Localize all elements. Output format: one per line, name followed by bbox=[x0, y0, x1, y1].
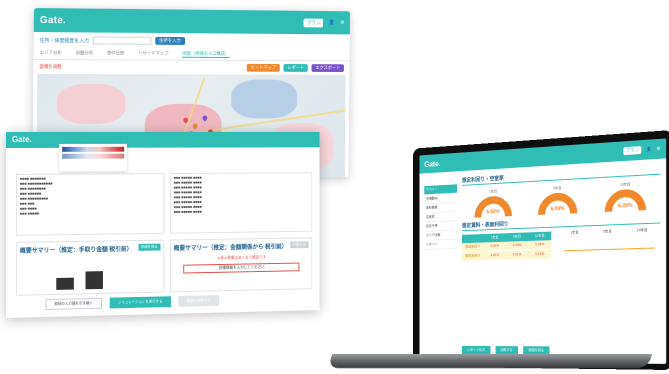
chart-bar bbox=[56, 277, 74, 290]
summary-card-left: 概要サマリー（推定：手取り金額 税引前） 詳細を見る bbox=[15, 239, 165, 296]
app-logo: Gate. bbox=[424, 159, 441, 169]
row-label: 表面利回り bbox=[465, 244, 481, 249]
chart-col-label: 10年目 bbox=[636, 227, 648, 233]
tab-compare[interactable]: 物件比較 bbox=[107, 50, 125, 57]
table-cell: 5.01% bbox=[512, 252, 522, 257]
input-prompt: 詳細情報を入力してください bbox=[183, 262, 300, 274]
row-label: 実質利回り bbox=[465, 253, 481, 258]
simulate-button[interactable]: シミュレーションを実行する bbox=[109, 296, 172, 309]
chart-col-label: 1年目 bbox=[570, 230, 579, 235]
tab-hazard[interactable]: ハザードマップ bbox=[138, 51, 169, 58]
gauge: 5年目 6.09% bbox=[535, 185, 581, 213]
tab-population[interactable]: 地図（地域の人口構成） bbox=[182, 50, 230, 58]
trend-line bbox=[563, 247, 655, 252]
map-region bbox=[56, 84, 126, 124]
address-search: 住所・緯度経度を入力 住所を入力 bbox=[34, 32, 350, 50]
trend-chart: 1年目 5年目 10年目 bbox=[558, 227, 660, 263]
chart-col-label: 5年目 bbox=[603, 229, 612, 234]
gauge: 1年目 5.92% bbox=[471, 189, 515, 216]
legend-gradient bbox=[62, 153, 125, 159]
tab-trade[interactable]: 商圏分析 bbox=[76, 50, 94, 57]
inherit-button[interactable]: 前回の入力値を引き継ぐ bbox=[45, 297, 102, 311]
yield-gauges: 1年目 5.92% 5年目 6.09% 10年目 6.28% bbox=[462, 181, 660, 217]
map-window-header: Gate. プラン 👤 ⚙ bbox=[33, 8, 351, 35]
table-cell: 6.09% bbox=[512, 243, 522, 248]
map-toolbar: 面積を調整 ヒートマップ レポート エクスポート bbox=[33, 60, 349, 75]
table-cell: 5.92% bbox=[490, 243, 500, 248]
laptop-display: Gate. プラン 👤 ⚙ サマリー 市場動向 賃料推移 空室率 収支予測 エリ… bbox=[419, 138, 667, 364]
laptop-screen: Gate. プラン 👤 ⚙ サマリー 市場動向 賃料推移 空室率 収支予測 エリ… bbox=[413, 130, 669, 370]
table-cell: 4.87% bbox=[490, 253, 500, 258]
detail-button[interactable]: 詳細を見る bbox=[138, 243, 161, 251]
card-title: 概要サマリー（推定：金額関係から 税引前） bbox=[173, 244, 288, 253]
map-legend bbox=[59, 143, 128, 172]
save-button[interactable]: 結果を保存する bbox=[178, 295, 220, 307]
user-icon[interactable]: 👤 bbox=[646, 146, 651, 152]
legend-gradient bbox=[62, 146, 125, 152]
table-cell: 5.16% bbox=[535, 251, 545, 256]
plan-badge: プラン bbox=[623, 146, 642, 156]
map-region bbox=[231, 79, 298, 119]
app-logo: Gate. bbox=[39, 14, 67, 26]
summary-header: Gate. bbox=[6, 132, 320, 148]
toolbar-label: 面積を調整 bbox=[39, 64, 62, 70]
yield-section: 1年目 5年目 10年目 表面利回り 5.92% 6.09% 6.28% 実質利… bbox=[461, 227, 660, 267]
plan-badge: プラン bbox=[303, 18, 324, 27]
summary-window: Gate. ■■■■ ■■■■■■■ ■■■ ■■■■■■■■■■■ ■■■ ■■… bbox=[6, 132, 320, 318]
sidebar-item[interactable]: レポート bbox=[424, 239, 457, 250]
table-cell: 6.28% bbox=[535, 242, 545, 247]
compare-button[interactable]: 比較する bbox=[290, 241, 309, 249]
summary-cards: 概要サマリー（推定：手取り金額 税引前） 詳細を見る 概要サマリー（推定：金額関… bbox=[15, 237, 313, 296]
yield-table: 1年目 5年目 10年目 表面利回り 5.92% 6.09% 6.28% 実質利… bbox=[461, 231, 552, 267]
tab-area[interactable]: エリア分析 bbox=[39, 50, 61, 57]
chart-bar bbox=[85, 271, 103, 290]
info-column-right: ■■■ ■■■■■ ■■■■ ■■■ ■■■■■ ■■■■ ■■■ ■■■■■ ■… bbox=[169, 172, 313, 234]
app-logo: Gate. bbox=[11, 134, 32, 144]
estimate-note: ※表示結果はあくまで推定です bbox=[217, 255, 267, 261]
search-label: 住所・緯度経度を入力 bbox=[39, 37, 90, 44]
user-icon[interactable]: 👤 bbox=[329, 20, 335, 26]
report-button[interactable]: レポート bbox=[283, 64, 308, 72]
chart-columns: 1年目 5年目 10年目 bbox=[558, 227, 660, 236]
laptop-base bbox=[327, 354, 653, 368]
marketing-composite: Gate. プラン 👤 ⚙ 住所・緯度経度を入力 住所を入力 エリア分析 商圏分… bbox=[0, 0, 669, 374]
sidebar: サマリー 市場動向 賃料推移 空室率 収支予測 エリア比較 レポート bbox=[424, 184, 457, 328]
heatmap-button[interactable]: ヒートマップ bbox=[246, 63, 280, 72]
settings-icon[interactable]: ⚙ bbox=[340, 20, 344, 26]
address-input[interactable] bbox=[92, 36, 152, 45]
gauge: 10年目 6.28% bbox=[601, 181, 650, 210]
summary-card-right: 概要サマリー（推定：金額関係から 税引前） 比較する ※表示結果はあくまで推定で… bbox=[169, 237, 313, 293]
search-button[interactable]: 住所を入力 bbox=[155, 36, 185, 45]
summary-buttons: 前回の入力値を引き継ぐ シミュレーションを実行する 結果を保存する bbox=[45, 295, 220, 311]
property-info: ■■■■ ■■■■■■■ ■■■ ■■■■■■■■■■■ ■■■ ■■■■■■■■… bbox=[15, 172, 313, 236]
settings-icon[interactable]: ⚙ bbox=[657, 146, 661, 152]
info-column-left: ■■■■ ■■■■■■■ ■■■ ■■■■■■■■■■■ ■■■ ■■■■■■■■… bbox=[15, 173, 165, 236]
table-row: 実質利回り 4.87% 5.01% 5.16% bbox=[461, 249, 552, 262]
export-button[interactable]: エクスポート bbox=[311, 64, 344, 72]
laptop-main: 想定利回り・空室率 1年目 5.92% 5年目 6.09% 10年目 6.28%… bbox=[461, 164, 661, 334]
